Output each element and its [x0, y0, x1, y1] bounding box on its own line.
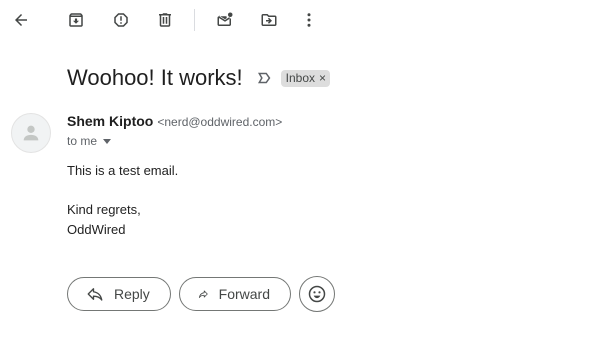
forward-icon [198, 290, 208, 298]
add-reaction-button[interactable] [299, 276, 335, 312]
back-arrow-icon [15, 14, 27, 26]
archive-icon [69, 13, 83, 27]
sender-name: Shem Kiptoo [67, 113, 154, 129]
forward-button[interactable]: Forward [179, 277, 291, 311]
body-line: This is a test email. [67, 163, 179, 178]
sender-row: Shem Kiptoo <nerd@oddwired.com> [67, 113, 282, 129]
email-subject: Woohoo! It works! [67, 65, 243, 90]
message-body: This is a test email. Kind regrets, OddW… [67, 161, 178, 240]
reply-actions: Reply Forward [67, 276, 335, 312]
reply-button[interactable]: Reply [67, 277, 171, 311]
mark-unread-icon [217, 12, 233, 26]
toolbar-divider [194, 9, 195, 31]
more-vert-icon [307, 13, 311, 27]
caret-down-icon [103, 138, 112, 144]
mark-unread-button[interactable] [211, 6, 239, 34]
forward-label: Forward [218, 286, 270, 302]
body-line: Kind regrets, [67, 202, 141, 217]
recipient-details-toggle[interactable]: to me [67, 134, 112, 148]
move-to-button[interactable] [255, 6, 283, 34]
delete-button[interactable] [151, 6, 179, 34]
subject-row: Woohoo! It works! Inbox × [67, 62, 331, 94]
person-icon [23, 125, 39, 141]
avatar [11, 113, 51, 153]
delete-icon [159, 13, 171, 27]
label-important-icon[interactable] [255, 69, 273, 87]
message-toolbar [0, 0, 609, 40]
more-options-button[interactable] [295, 6, 323, 34]
sender-email: <nerd@oddwired.com> [157, 115, 283, 129]
archive-button[interactable] [62, 6, 90, 34]
report-spam-icon [114, 13, 128, 27]
report-spam-button[interactable] [107, 6, 135, 34]
reply-icon [87, 288, 103, 301]
recipient-text: to me [67, 134, 98, 148]
remove-label-icon[interactable]: × [319, 72, 326, 84]
body-line: OddWired [67, 222, 126, 237]
label-chip-inbox: Inbox × [280, 69, 331, 87]
reply-label: Reply [114, 286, 150, 302]
label-chip-text: Inbox [285, 71, 316, 85]
move-to-icon [261, 14, 277, 26]
back-button[interactable] [7, 6, 35, 34]
emoji-icon [308, 285, 326, 303]
